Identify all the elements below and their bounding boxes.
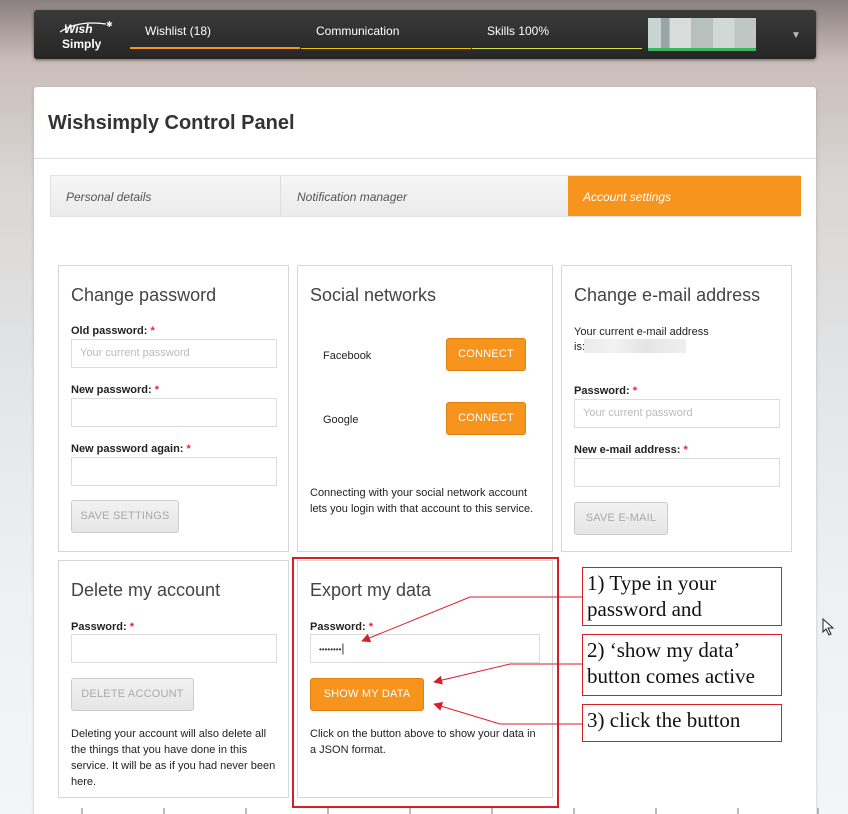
mouse-pointer-icon xyxy=(822,618,835,636)
arrow-step-2 xyxy=(433,663,582,685)
annotation-arrows xyxy=(361,596,582,725)
arrow-step-1 xyxy=(361,596,582,643)
arrow-step-3 xyxy=(433,702,582,725)
bottom-tick-marks xyxy=(81,808,819,814)
